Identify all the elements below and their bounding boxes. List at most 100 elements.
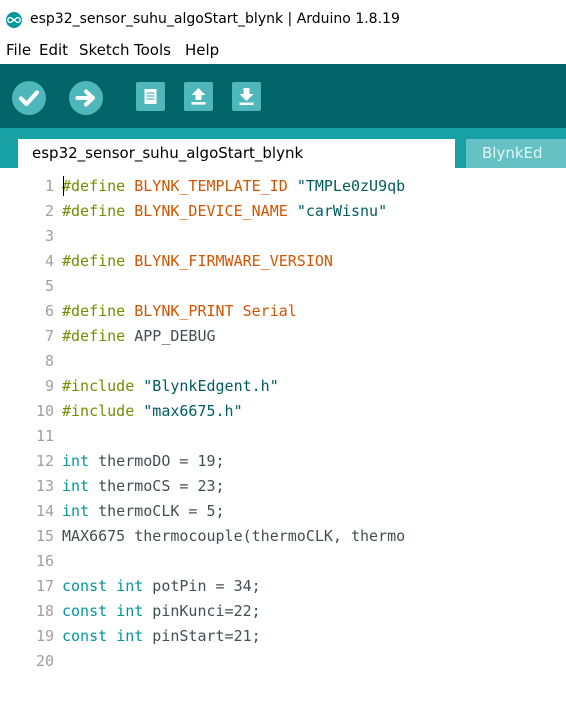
code-text: #define APP_DEBUG [62, 324, 216, 349]
line-number: 6 [44, 302, 54, 320]
code-token: int [116, 627, 144, 645]
code-token: "max6675.h" [143, 402, 243, 420]
toolbar [0, 64, 566, 128]
code-line: 16 [0, 549, 566, 574]
line-number: 18 [35, 602, 54, 620]
code-token: pinKunci=22; [143, 602, 261, 620]
code-text: #define BLYNK_PRINT Serial [62, 299, 297, 324]
arduino-logo-icon [6, 12, 22, 28]
code-token: APP_DEBUG [125, 327, 216, 345]
window-title: esp32_sensor_suhu_algoStart_blynk | Ardu… [30, 11, 400, 27]
menu-edit[interactable]: Edit [39, 41, 68, 59]
code-line: 1 #define BLYNK_TEMPLATE_ID "TMPLe0zU9qb [0, 174, 566, 199]
code-line: 18 const int pinKunci=22; [0, 599, 566, 624]
title-bar: esp32_sensor_suhu_algoStart_blynk | Ardu… [0, 0, 566, 38]
code-text: #define BLYNK_DEVICE_NAME "carWisnu" [62, 199, 387, 224]
code-text: int thermoDO = 19; [62, 449, 225, 474]
code-token: int [116, 577, 144, 595]
code-token: const [62, 602, 108, 620]
save-icon [239, 88, 254, 106]
open-button[interactable] [184, 82, 213, 111]
code-line: 4 #define BLYNK_FIRMWARE_VERSION [0, 249, 566, 274]
code-text: #include "max6675.h" [62, 399, 243, 424]
line-number: 3 [44, 227, 54, 245]
code-line: 9 #include "BlynkEdgent.h" [0, 374, 566, 399]
text-cursor [63, 176, 64, 196]
verify-button[interactable] [12, 81, 46, 115]
code-line: 15 MAX6675 thermocouple(thermoCLK, thermo [0, 524, 566, 549]
code-line: 20 [0, 649, 566, 674]
code-line: 5 [0, 274, 566, 299]
line-number: 14 [35, 502, 54, 520]
open-icon [191, 88, 206, 105]
code-token: int [62, 477, 90, 495]
upload-button[interactable] [69, 81, 103, 115]
code-token: thermoCS = 23; [89, 477, 225, 495]
line-number: 15 [35, 527, 54, 545]
code-text: const int pinKunci=22; [62, 599, 261, 624]
line-number: 16 [35, 552, 54, 570]
tab-blynkedgent[interactable]: BlynkEd [466, 139, 566, 168]
code-editor[interactable]: 1 #define BLYNK_TEMPLATE_ID "TMPLe0zU9qb 2… [0, 168, 566, 702]
code-token: int [116, 602, 144, 620]
code-token: int [62, 452, 90, 470]
code-token: "carWisnu" [296, 202, 388, 220]
line-number: 12 [35, 452, 54, 470]
code-text: MAX6675 thermocouple(thermoCLK, thermo [62, 524, 405, 549]
code-token: pinStart=21; [143, 627, 261, 645]
code-line: 10 #include "max6675.h" [0, 399, 566, 424]
verify-icon [18, 90, 40, 107]
menu-tools[interactable]: Tools [134, 41, 171, 59]
code-text: #include "BlynkEdgent.h" [62, 374, 279, 399]
tab-label: BlynkEd [482, 144, 543, 162]
line-number: 11 [35, 427, 54, 445]
code-token: #define [62, 177, 126, 195]
code-token: Serial [242, 302, 297, 320]
line-number: 5 [44, 277, 54, 295]
code-token: #define [62, 202, 126, 220]
code-line: 3 [0, 224, 566, 249]
menu-bar: File Edit Sketch Tools Help [0, 38, 566, 64]
save-button[interactable] [232, 82, 261, 111]
code-text: const int potPin = 34; [62, 574, 261, 599]
line-number: 7 [44, 327, 54, 345]
new-button[interactable] [136, 82, 165, 111]
line-number: 20 [35, 652, 54, 670]
menu-sketch[interactable]: Sketch [79, 41, 130, 59]
code-token: thermoDO = 19; [89, 452, 225, 470]
code-line: 17 const int potPin = 34; [0, 574, 566, 599]
tab-sketch-main[interactable]: esp32_sensor_suhu_algoStart_blynk [18, 139, 455, 168]
code-line: 6 #define BLYNK_PRINT Serial [0, 299, 566, 324]
line-number: 2 [44, 202, 54, 220]
code-token: "TMPLe0zU9qb [296, 177, 406, 195]
code-line: 13 int thermoCS = 23; [0, 474, 566, 499]
code-line: 7 #define APP_DEBUG [0, 324, 566, 349]
code-token: const [62, 627, 108, 645]
code-line: 19 const int pinStart=21; [0, 624, 566, 649]
tab-bar: esp32_sensor_suhu_algoStart_blynk BlynkE… [0, 128, 566, 168]
menu-file[interactable]: File [6, 41, 31, 59]
code-token: BLYNK_TEMPLATE_ID [134, 177, 288, 195]
code-token: #include [62, 402, 135, 420]
code-token: #define [62, 252, 126, 270]
line-number: 1 [44, 177, 54, 195]
upload-icon [75, 89, 95, 107]
menu-help[interactable]: Help [185, 41, 219, 59]
line-number: 13 [35, 477, 54, 495]
code-token: potPin = 34; [143, 577, 261, 595]
code-token: thermoCLK = 5; [89, 502, 225, 520]
line-number: 8 [44, 352, 54, 370]
line-number: 10 [35, 402, 54, 420]
code-line: 8 [0, 349, 566, 374]
new-icon [144, 89, 157, 104]
